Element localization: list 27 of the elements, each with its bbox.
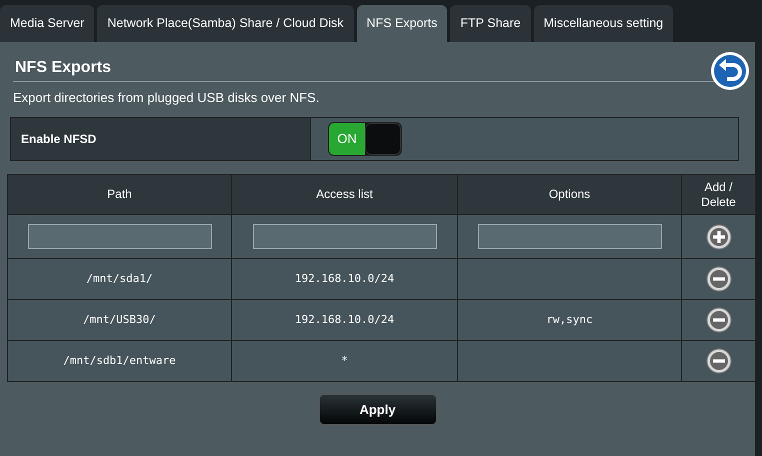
column-header: Path <box>8 174 232 214</box>
table-cell: 192.168.10.0/24 <box>294 272 394 285</box>
add-icon[interactable] <box>706 224 732 250</box>
input-field[interactable] <box>252 224 436 249</box>
tab[interactable]: NFS Exports <box>356 5 448 42</box>
table-cell: /mnt/sdb1/entware <box>63 354 176 367</box>
table-cell: /mnt/USB30/ <box>83 312 156 326</box>
input-field[interactable] <box>478 224 662 249</box>
remove-icon[interactable] <box>706 307 732 333</box>
table-cell: * <box>341 354 348 367</box>
table-cell: rw,sync <box>546 312 593 326</box>
tab[interactable]: Miscellaneous setting <box>534 5 674 42</box>
table-cell: /mnt/sda1/ <box>86 272 153 285</box>
remove-icon[interactable] <box>706 348 732 374</box>
back-button[interactable] <box>711 52 749 90</box>
tab[interactable]: FTP Share <box>450 5 531 42</box>
table-cell: 192.168.10.0/24 <box>294 312 394 326</box>
column-header: Access list <box>232 174 458 214</box>
tab[interactable]: Network Place(Samba) Share / Cloud Disk <box>97 5 354 42</box>
section-title: NFS Exports <box>15 58 112 76</box>
apply-button[interactable]: Apply <box>318 394 436 425</box>
column-header: Options <box>458 174 682 214</box>
tab[interactable]: Media Server <box>0 5 94 42</box>
description-text: Export directories from plugged USB disks over NFS. <box>12 89 320 107</box>
input-field[interactable] <box>28 224 212 249</box>
remove-icon[interactable] <box>706 266 732 292</box>
setting-label: Enable NFSD <box>21 131 96 148</box>
